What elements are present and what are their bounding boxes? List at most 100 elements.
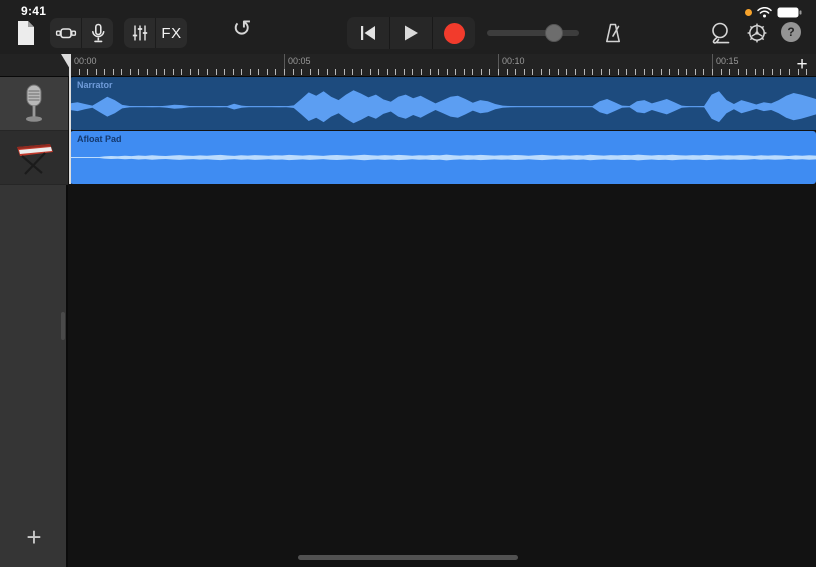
- add-section-button[interactable]: +: [793, 54, 811, 76]
- ruler-tick: [617, 69, 619, 75]
- ruler-tick: [771, 69, 773, 75]
- ruler-tick: [138, 69, 140, 75]
- ruler-tick: [155, 69, 157, 75]
- track-controls-button[interactable]: [124, 18, 155, 48]
- status-icons: [745, 7, 802, 18]
- ruler-tick: [403, 69, 405, 75]
- ruler-tick: [498, 69, 499, 75]
- ruler-tick: [378, 69, 380, 75]
- toolbar: 9:41 FX ↺ ?: [0, 0, 816, 55]
- add-track-button[interactable]: +: [0, 517, 68, 557]
- track-header-narrator[interactable]: [0, 77, 68, 131]
- ruler-tick: [455, 69, 457, 75]
- ruler-tick: [463, 69, 465, 75]
- ruler-tick: [206, 69, 208, 75]
- playhead-flag-icon[interactable]: [61, 54, 70, 69]
- instrument-view-button[interactable]: [50, 18, 81, 48]
- record-icon: [443, 22, 465, 44]
- recorder-view-icon: [54, 21, 78, 45]
- volume-slider[interactable]: [487, 24, 579, 42]
- ruler-tick: [412, 69, 414, 75]
- record-mic-button[interactable]: [81, 18, 113, 48]
- ruler-tick: [112, 69, 114, 75]
- track-header-afloat-pad[interactable]: [0, 131, 68, 185]
- ruler-tick: [575, 69, 577, 75]
- ruler-tick: [532, 69, 534, 75]
- status-time: 9:41: [21, 4, 47, 18]
- microphone-toolbar-icon: [86, 21, 110, 45]
- play-button[interactable]: [389, 17, 432, 49]
- plus-icon: +: [26, 521, 42, 552]
- ruler-tick: [549, 69, 551, 75]
- ruler-tick: [429, 69, 431, 75]
- help-label: ?: [787, 25, 795, 39]
- ruler-tick: [309, 69, 311, 75]
- vintage-microphone-icon: [19, 82, 49, 126]
- vertical-scrollbar[interactable]: [61, 312, 65, 340]
- ruler-time-label: 00:10: [502, 56, 525, 66]
- ruler-tick: [198, 69, 200, 75]
- undo-icon: ↺: [232, 16, 252, 42]
- ruler-tick: [275, 69, 277, 75]
- my-songs-button[interactable]: [12, 19, 40, 47]
- ruler-tick: [763, 69, 765, 75]
- help-button[interactable]: ?: [781, 22, 801, 42]
- ruler-tick: [737, 69, 739, 75]
- playhead[interactable]: [69, 54, 71, 184]
- ruler-tick: [326, 69, 328, 75]
- ruler-tick: [129, 69, 131, 75]
- undo-button[interactable]: ↺: [228, 15, 256, 43]
- region-afloat-pad[interactable]: Afloat Pad: [70, 131, 816, 184]
- rewind-button[interactable]: [347, 17, 389, 49]
- ruler-tick: [241, 69, 243, 75]
- ruler-tick: [369, 69, 371, 75]
- ruler-tick: [686, 69, 688, 75]
- ruler-tick: [224, 69, 226, 75]
- metronome-icon: [601, 21, 625, 45]
- transport-controls: [347, 17, 475, 49]
- ruler-tick: [189, 69, 191, 75]
- region-narrator[interactable]: Narrator: [70, 77, 816, 130]
- ruler-tick: [215, 69, 217, 75]
- ruler-tick: [292, 69, 294, 75]
- ruler-tick: [472, 69, 474, 75]
- ruler-tick: [746, 69, 748, 75]
- ruler-tick: [600, 69, 602, 75]
- ruler-tick: [677, 69, 679, 75]
- ruler-time-label: 00:15: [716, 56, 739, 66]
- settings-button[interactable]: [744, 20, 770, 46]
- ruler-tick: [626, 69, 628, 75]
- loop-browser-button[interactable]: [707, 20, 733, 46]
- ruler-tick: [703, 69, 705, 75]
- ruler-tick: [592, 69, 594, 75]
- record-button[interactable]: [432, 17, 475, 49]
- levels-icon: [128, 21, 152, 45]
- rewind-icon: [358, 24, 378, 42]
- ruler-tick: [121, 69, 123, 75]
- horizontal-scrollbar[interactable]: [298, 555, 518, 560]
- garageband-app: 9:41 FX ↺ ? + 00:00 00:05 00:10 00:15 Na…: [0, 0, 816, 567]
- ruler-tick: [318, 69, 320, 75]
- ruler-tick: [720, 69, 722, 75]
- region-label: Narrator: [77, 80, 113, 90]
- volume-slider-thumb[interactable]: [545, 24, 563, 42]
- ruler-tick: [523, 69, 525, 75]
- ruler-tick: [95, 69, 97, 75]
- ruler-tick: [335, 69, 337, 75]
- ruler-tick: [643, 69, 645, 75]
- ruler-tick: [386, 69, 388, 75]
- ruler-time-label: 00:00: [74, 56, 97, 66]
- ruler-tick: [694, 69, 696, 75]
- ruler-tick: [284, 69, 285, 75]
- ruler-tick: [266, 69, 268, 75]
- ruler-tick: [729, 69, 731, 75]
- fx-button[interactable]: FX: [155, 18, 187, 48]
- wifi-icon: [757, 7, 772, 18]
- ruler-tick: [557, 69, 559, 75]
- ruler[interactable]: + 00:00 00:05 00:10 00:15: [0, 54, 816, 77]
- ruler-tick: [446, 69, 448, 75]
- ruler-tick: [343, 69, 345, 75]
- tracks-canvas[interactable]: Narrator Afloat Pad: [68, 77, 816, 567]
- ruler-time-label: 00:05: [288, 56, 311, 66]
- metronome-button[interactable]: [600, 20, 626, 46]
